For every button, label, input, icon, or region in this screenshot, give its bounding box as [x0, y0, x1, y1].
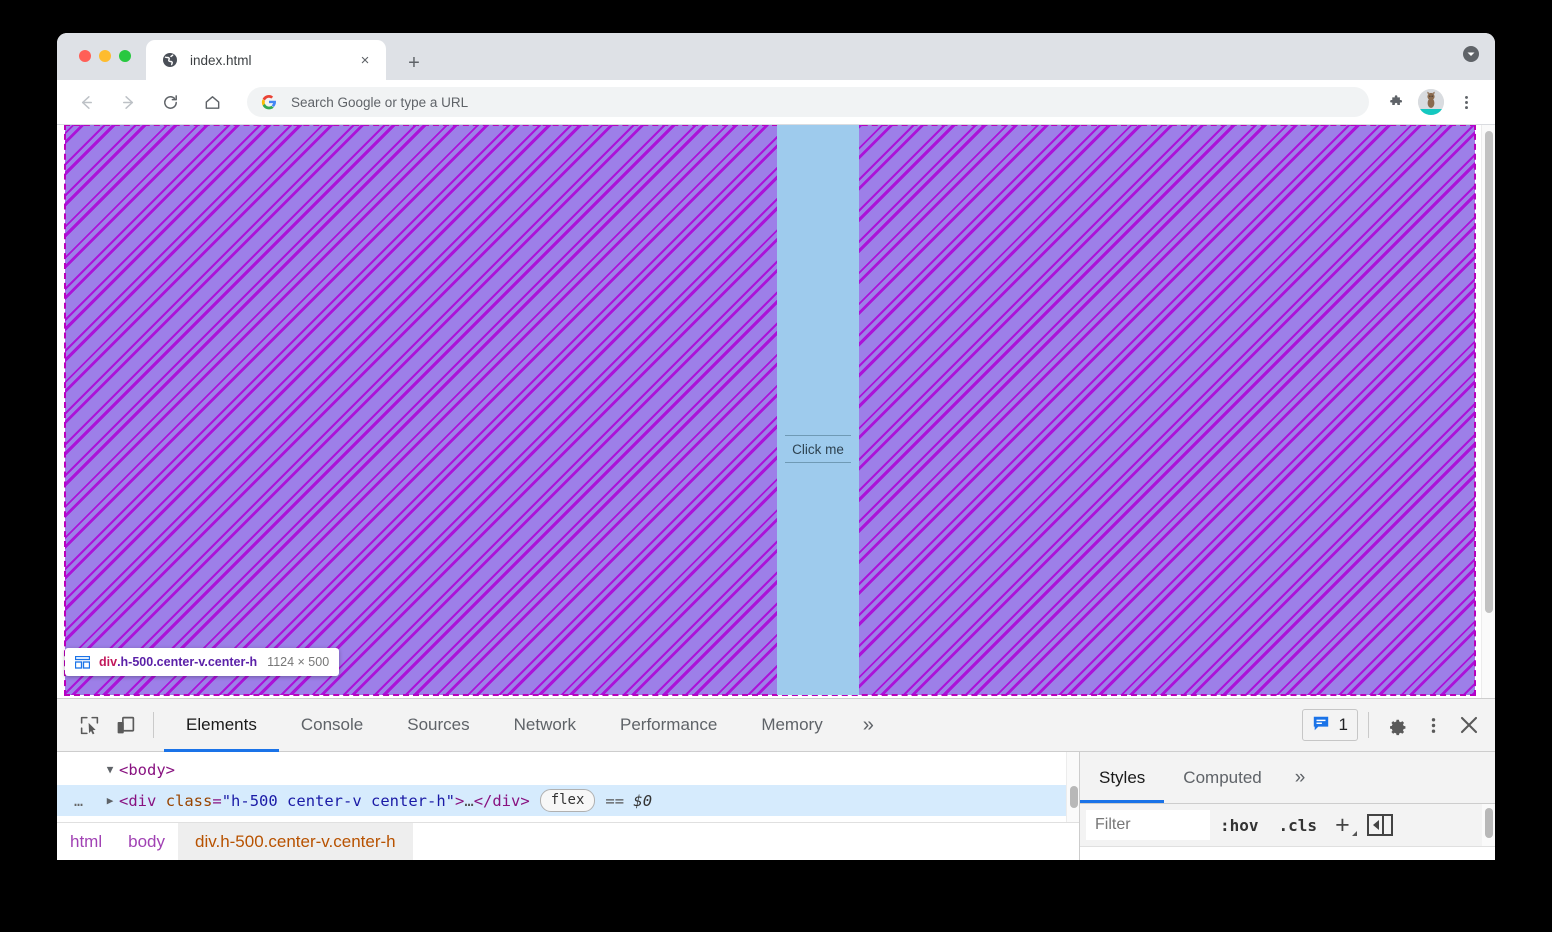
- sel-attr-eq: =: [212, 791, 222, 810]
- close-window-button[interactable]: [79, 50, 91, 62]
- dom-row-selected-div[interactable]: … ▶ < div class = "h-500 center-v center-h" >…: [57, 785, 1079, 816]
- sel-attr-name[interactable]: class: [166, 786, 213, 816]
- styles-rules-area: [1080, 846, 1495, 860]
- more-styles-tabs-icon[interactable]: »: [1281, 752, 1320, 803]
- styles-scrollbar[interactable]: [1482, 804, 1495, 846]
- dom-row-more-icon[interactable]: …: [57, 786, 101, 816]
- sel-tag-name: div: [128, 791, 157, 810]
- sel-equals: ==: [605, 791, 625, 810]
- sel-console-ref: $0: [633, 791, 653, 810]
- tab-console[interactable]: Console: [279, 699, 385, 752]
- dom-tree-scrollbar-thumb[interactable]: [1070, 786, 1078, 808]
- close-icon[interactable]: [1451, 707, 1487, 743]
- page-scrollbar-thumb[interactable]: [1485, 131, 1493, 613]
- breadcrumb-item-html[interactable]: html: [57, 823, 115, 860]
- toolbar-divider: [153, 712, 154, 738]
- browser-tab[interactable]: index.html ×: [146, 40, 386, 80]
- highlight-classes: .h-500.center-v.center-h: [117, 655, 258, 669]
- new-tab-button[interactable]: +: [400, 49, 428, 77]
- dock-to-left-icon[interactable]: [1366, 814, 1393, 836]
- three-dot-menu-icon[interactable]: [1415, 707, 1451, 743]
- globe-icon: [162, 52, 178, 68]
- window-traffic-lights: [79, 50, 131, 62]
- highlight-tag-name: div: [99, 655, 118, 669]
- dom-tree-pane: ▼ < body > … ▶ < div class = "h-500 center-v c…: [57, 752, 1079, 860]
- devtools-tab-list: Elements Console Sources Network Perform…: [164, 699, 892, 752]
- sel-attr-value[interactable]: "h-500 center-v center-h": [222, 786, 455, 816]
- cls-toggle-button[interactable]: .cls: [1269, 816, 1328, 835]
- console-message-icon: [1312, 714, 1330, 737]
- dock-arrow-icon: [1372, 820, 1379, 830]
- new-style-rule-button[interactable]: +: [1327, 810, 1358, 839]
- styles-filter-bar: Filter :hov .cls +: [1080, 804, 1495, 846]
- console-message-badge[interactable]: 1: [1301, 709, 1358, 741]
- sel-ellipsis: …: [464, 791, 474, 810]
- tab-search-icon[interactable]: [1461, 44, 1481, 64]
- tab-styles[interactable]: Styles: [1080, 752, 1165, 803]
- dom-row-body[interactable]: ▼ < body >: [57, 754, 1079, 785]
- tab-memory[interactable]: Memory: [739, 699, 844, 752]
- element-highlight-tooltip: div .h-500.center-v.center-h 1124 × 500: [65, 648, 340, 676]
- tab-network[interactable]: Network: [492, 699, 598, 752]
- flex-grid-icon: [74, 655, 91, 669]
- browser-window: index.html × + Search Google or type a U…: [57, 33, 1495, 860]
- filter-input[interactable]: Filter: [1086, 810, 1210, 840]
- close-tab-button[interactable]: ×: [354, 49, 376, 71]
- puzzle-icon[interactable]: [1382, 88, 1410, 116]
- flex-container-overlay: [64, 125, 1476, 696]
- hov-toggle-button[interactable]: :hov: [1210, 816, 1269, 835]
- console-message-count: 1: [1338, 715, 1348, 734]
- address-bar[interactable]: Search Google or type a URL: [247, 87, 1369, 117]
- avatar[interactable]: [1418, 89, 1444, 115]
- devtools-toolbar: Elements Console Sources Network Perform…: [57, 699, 1495, 752]
- dom-open-bracket: <: [119, 760, 129, 779]
- tab-elements[interactable]: Elements: [164, 699, 279, 752]
- page-viewport: Click me div .h-500.center-v.center-h 112…: [57, 125, 1495, 698]
- back-button[interactable]: [70, 86, 102, 118]
- three-dot-menu-icon[interactable]: [1452, 88, 1480, 116]
- styles-pane: Styles Computed » Filter :hov .cls +: [1079, 752, 1495, 860]
- styles-scrollbar-thumb[interactable]: [1485, 808, 1493, 838]
- address-bar-text: Search Google or type a URL: [291, 94, 469, 110]
- sel-gt: >: [455, 791, 465, 810]
- sel-close-tag: </div>: [473, 791, 530, 810]
- gear-icon[interactable]: [1379, 707, 1415, 743]
- maximize-window-button[interactable]: [119, 50, 131, 62]
- dom-tree-scrollbar[interactable]: [1066, 752, 1079, 822]
- reload-button[interactable]: [154, 86, 186, 118]
- sel-open-bracket: <: [119, 791, 129, 810]
- breadcrumb-item-div[interactable]: div.h-500.center-v.center-h: [178, 823, 413, 860]
- tab-strip: index.html × +: [57, 33, 1495, 80]
- styles-tab-list: Styles Computed »: [1080, 752, 1495, 804]
- dom-tag-name: body: [128, 760, 166, 779]
- tab-performance[interactable]: Performance: [598, 699, 739, 752]
- toolbar-divider-2: [1368, 712, 1369, 738]
- browser-toolbar: Search Google or type a URL: [57, 80, 1495, 125]
- caret-icon: [1351, 830, 1357, 836]
- devtools-panel: Elements Console Sources Network Perform…: [57, 698, 1495, 860]
- breadcrumb-item-body[interactable]: body: [115, 823, 178, 860]
- plus-icon: +: [1335, 810, 1350, 839]
- google-g-icon: [261, 94, 277, 110]
- flex-badge[interactable]: flex: [539, 789, 596, 812]
- devtools-body: ▼ < body > … ▶ < div class = "h-500 center-v c…: [57, 752, 1495, 860]
- home-button[interactable]: [196, 86, 228, 118]
- breadcrumb: html body div.h-500.center-v.center-h: [57, 822, 1079, 860]
- minimize-window-button[interactable]: [99, 50, 111, 62]
- more-tabs-icon[interactable]: »: [845, 699, 892, 752]
- expand-arrow-icon[interactable]: ▼: [101, 755, 119, 785]
- tab-sources[interactable]: Sources: [385, 699, 491, 752]
- tab-title: index.html: [190, 52, 252, 68]
- highlight-dimensions: 1124 × 500: [267, 655, 330, 669]
- click-me-button[interactable]: Click me: [785, 435, 851, 463]
- tab-computed[interactable]: Computed: [1164, 752, 1280, 803]
- forward-button[interactable]: [112, 86, 144, 118]
- page-scrollbar[interactable]: [1481, 125, 1495, 698]
- flex-item-overlay: [777, 125, 859, 695]
- device-toolbar-icon[interactable]: [107, 707, 143, 743]
- collapse-arrow-icon[interactable]: ▶: [101, 786, 119, 816]
- inspect-cursor-icon[interactable]: [71, 707, 107, 743]
- dom-close-bracket: >: [165, 760, 176, 779]
- dom-tree[interactable]: ▼ < body > … ▶ < div class = "h-500 center-v c…: [57, 752, 1079, 822]
